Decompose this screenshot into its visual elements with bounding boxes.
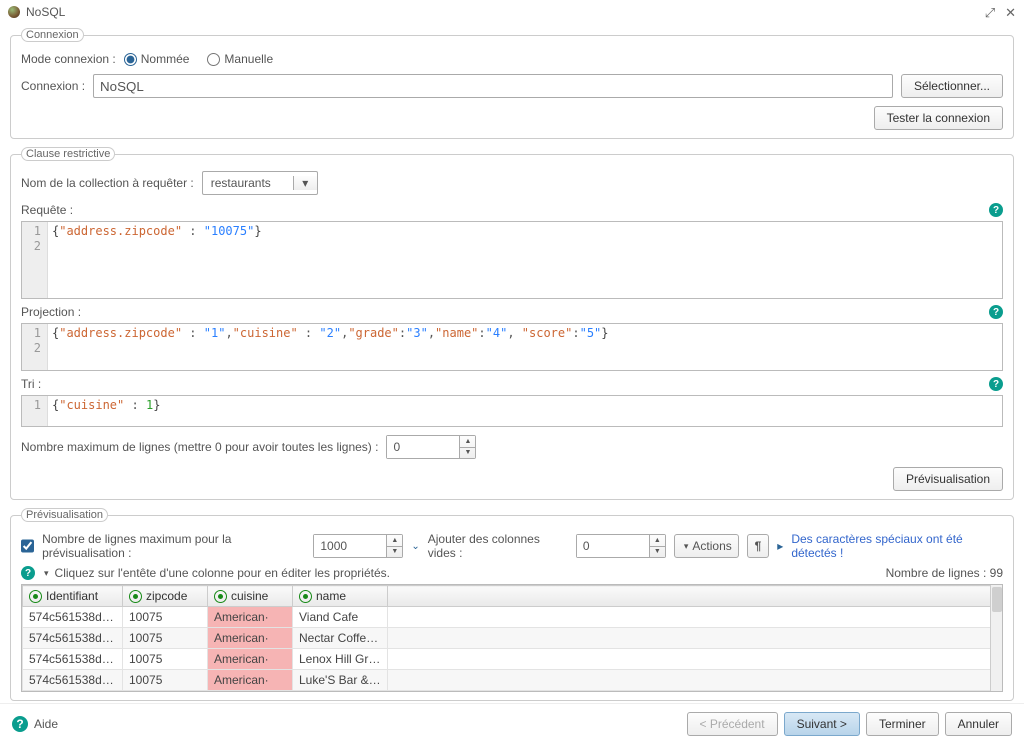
max-preview-input[interactable] bbox=[314, 535, 386, 557]
help-icon[interactable]: ? bbox=[989, 305, 1003, 319]
max-preview-label: Nombre de lignes maximum pour la prévisu… bbox=[42, 532, 305, 560]
spinner-down-icon[interactable]: ▼ bbox=[650, 547, 665, 558]
row-count-label: Nombre de lignes : 99 bbox=[886, 566, 1003, 580]
previous-button: < Précédent bbox=[687, 712, 778, 736]
max-rows-input[interactable] bbox=[387, 436, 459, 458]
help-icon[interactable]: ? bbox=[989, 377, 1003, 391]
column-header[interactable]: name bbox=[293, 586, 388, 607]
sort-label: Tri : bbox=[21, 377, 41, 391]
spinner-up-icon[interactable]: ▲ bbox=[650, 535, 665, 547]
column-hint: Cliquez sur l'entête d'une colonne pour … bbox=[55, 566, 390, 580]
spinner-up-icon[interactable]: ▲ bbox=[387, 535, 402, 547]
window-title: NoSQL bbox=[26, 5, 65, 19]
table-row[interactable]: 574c561538d34c... 10075 American· Viand … bbox=[23, 607, 1002, 628]
table-row[interactable]: 574c561538d34c... 10075 American· Lenox … bbox=[23, 649, 1002, 670]
connexion-label: Connexion : bbox=[21, 79, 85, 93]
clause-group: Clause restrictive Nom de la collection … bbox=[10, 147, 1014, 500]
help-icon[interactable]: ? bbox=[989, 203, 1003, 217]
radio-manual-input[interactable] bbox=[207, 53, 220, 66]
preview-group: Prévisualisation Nombre de lignes maximu… bbox=[10, 508, 1014, 701]
connexion-legend: Connexion bbox=[21, 28, 84, 42]
table-row[interactable]: 574c561538d34c... 10075 American· Nectar… bbox=[23, 628, 1002, 649]
wizard-footer: ? Aide < Précédent Suivant > Terminer An… bbox=[0, 703, 1024, 744]
cancel-button[interactable]: Annuler bbox=[945, 712, 1012, 736]
query-label: Requête : bbox=[21, 203, 73, 217]
preview-table: Identifiant zipcode cuisine name 574c561… bbox=[21, 584, 1003, 692]
table-row[interactable]: 574c561538d34c... 10075 American· Luke'S… bbox=[23, 670, 1002, 691]
preview-legend: Prévisualisation bbox=[21, 508, 108, 522]
projection-label: Projection : bbox=[21, 305, 81, 319]
column-header-empty[interactable] bbox=[388, 586, 1002, 607]
max-rows-label: Nombre maximum de lignes (mettre 0 pour … bbox=[21, 440, 378, 454]
maximize-icon[interactable]: ⤢ bbox=[985, 6, 995, 19]
app-icon bbox=[8, 6, 20, 18]
vertical-scrollbar[interactable] bbox=[990, 585, 1002, 691]
select-connection-button[interactable]: Sélectionner... bbox=[901, 74, 1003, 98]
actions-dropdown[interactable]: ▾Actions bbox=[674, 534, 739, 558]
help-link[interactable]: Aide bbox=[34, 717, 58, 731]
collection-select[interactable]: restaurants ▾ bbox=[202, 171, 318, 195]
test-connection-button[interactable]: Tester la connexion bbox=[874, 106, 1003, 130]
mode-label: Mode connexion : bbox=[21, 52, 116, 66]
titlebar: NoSQL ⤢ ✕ bbox=[0, 0, 1024, 24]
query-editor[interactable]: 12 {"address.zipcode" : "10075"} bbox=[21, 221, 1003, 299]
empty-cols-label: Ajouter des colonnes vides : bbox=[428, 532, 568, 560]
max-preview-spinner[interactable]: ▲▼ bbox=[313, 534, 403, 558]
projection-editor[interactable]: 12 {"address.zipcode" : "1","cuisine" : … bbox=[21, 323, 1003, 371]
radio-named-input[interactable] bbox=[124, 53, 137, 66]
column-type-icon bbox=[299, 590, 312, 603]
collection-label: Nom de la collection à requêter : bbox=[21, 176, 194, 190]
chevron-down-icon[interactable]: ▾ bbox=[44, 568, 49, 579]
column-header[interactable]: Identifiant bbox=[23, 586, 123, 607]
connexion-input[interactable] bbox=[93, 74, 893, 98]
column-type-icon bbox=[29, 590, 42, 603]
spinner-down-icon[interactable]: ▼ bbox=[387, 547, 402, 558]
clause-legend: Clause restrictive bbox=[21, 147, 115, 161]
pilcrow-button[interactable]: ¶ bbox=[747, 534, 770, 558]
column-type-icon bbox=[129, 590, 142, 603]
column-header[interactable]: cuisine bbox=[208, 586, 293, 607]
radio-manual[interactable]: Manuelle bbox=[207, 52, 273, 66]
spinner-up-icon[interactable]: ▲ bbox=[460, 436, 475, 448]
spinner-down-icon[interactable]: ▼ bbox=[460, 448, 475, 459]
chevron-down-icon[interactable]: ▾ bbox=[293, 176, 317, 190]
help-icon[interactable]: ? bbox=[21, 566, 35, 580]
max-preview-checkbox[interactable] bbox=[21, 539, 34, 553]
column-type-icon bbox=[214, 590, 227, 603]
sort-editor[interactable]: 1 {"cuisine" : 1} bbox=[21, 395, 1003, 427]
connexion-group: Connexion Mode connexion : Nommée Manuel… bbox=[10, 28, 1014, 139]
special-chars-warning[interactable]: Des caractères spéciaux ont été détectés… bbox=[791, 532, 1003, 560]
max-rows-spinner[interactable]: ▲▼ bbox=[386, 435, 476, 459]
finish-button[interactable]: Terminer bbox=[866, 712, 939, 736]
radio-named[interactable]: Nommée bbox=[124, 52, 190, 66]
expand-config-icon[interactable]: ⌄ bbox=[411, 541, 419, 552]
help-icon[interactable]: ? bbox=[12, 716, 28, 732]
close-icon[interactable]: ✕ bbox=[1005, 6, 1016, 19]
column-header[interactable]: zipcode bbox=[123, 586, 208, 607]
preview-button[interactable]: Prévisualisation bbox=[893, 467, 1003, 491]
empty-cols-spinner[interactable]: ▲▼ bbox=[576, 534, 666, 558]
next-button[interactable]: Suivant > bbox=[784, 712, 860, 736]
empty-cols-input[interactable] bbox=[577, 535, 649, 557]
